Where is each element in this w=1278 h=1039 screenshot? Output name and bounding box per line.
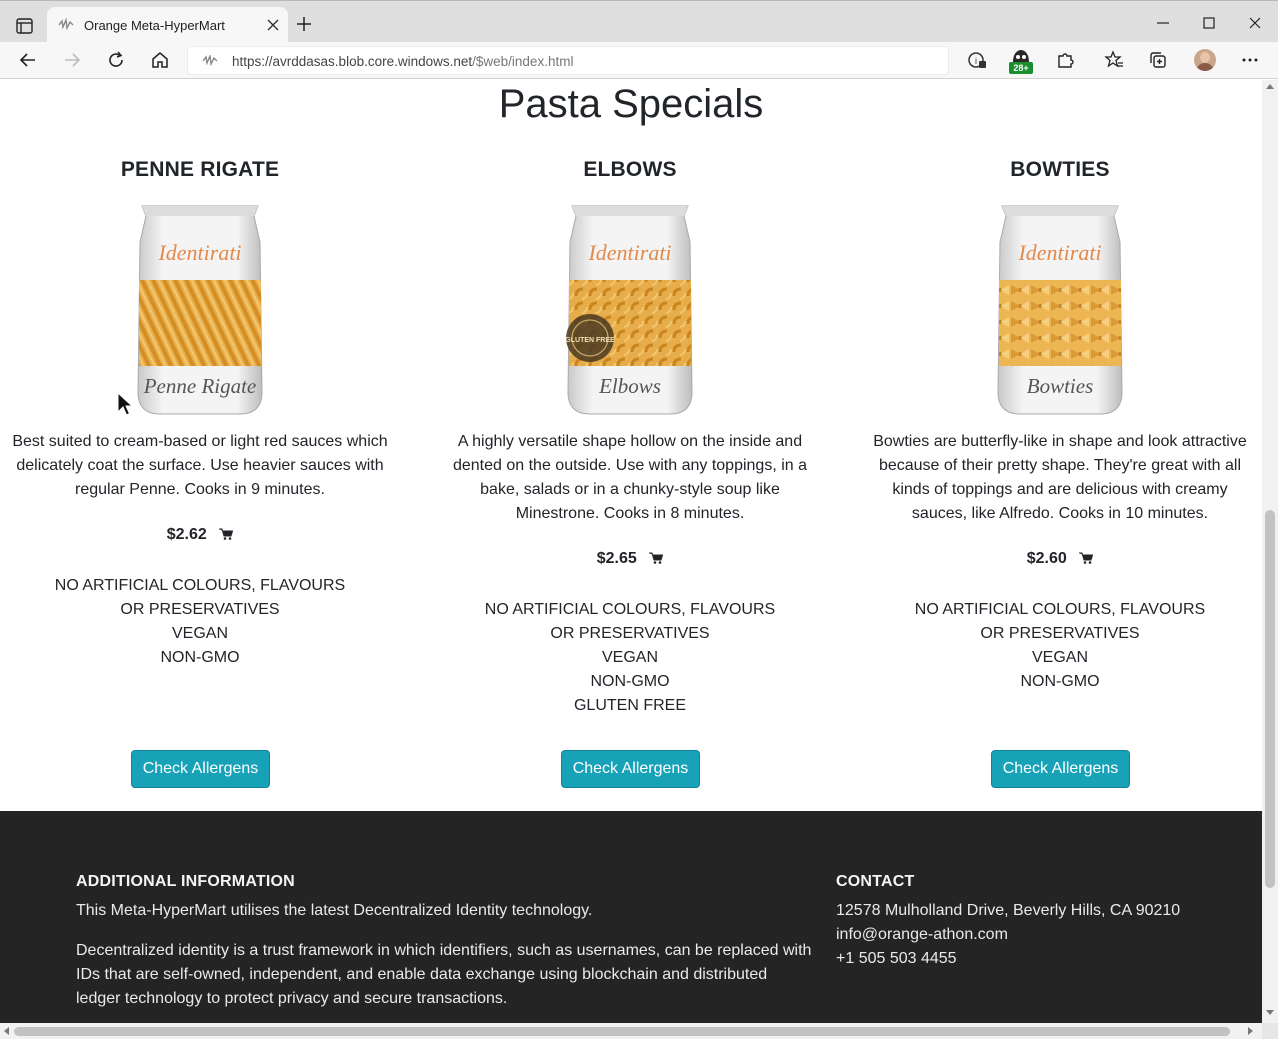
pasta-package-image: Identirati Penne Rigate (130, 202, 270, 416)
product-tags: NO ARTIFICIAL COLOURS, FLAVOURS OR PRESE… (860, 598, 1260, 694)
product-name: ELBOWS (583, 158, 677, 181)
product-tags: NO ARTIFICIAL COLOURS, FLAVOURS OR PRESE… (0, 574, 400, 670)
cart-icon[interactable] (219, 528, 234, 540)
pack-brand-text: Identirati (1017, 240, 1101, 265)
browser-toolbar: https://avrddasas.blob.core.windows.net/… (0, 42, 1278, 79)
pack-label-text: Elbows (598, 374, 661, 398)
favorites-icon[interactable] (1104, 50, 1124, 70)
product-tag: VEGAN (171, 625, 228, 642)
check-allergens-button-penne[interactable]: Check Allergens (131, 750, 270, 788)
scroll-up-arrow-icon[interactable] (1266, 84, 1274, 89)
product-price: $2.60 (1026, 550, 1067, 567)
contact-address: 12578 Mulholland Drive, Beverly Hills, C… (836, 902, 1181, 919)
additional-info-text: This Meta-HyperMart utilises the latest … (76, 902, 593, 919)
check-allergens-button-elbows[interactable]: Check Allergens (561, 750, 700, 788)
pasta-bag-penne-image: Identirati Penne Rigate (137, 205, 263, 415)
extension-badge[interactable]: 28+ (1009, 48, 1033, 74)
mouse-cursor-icon (117, 392, 133, 416)
product-tag: NON-GMO (160, 649, 240, 666)
product-tag: NO ARTIFICIAL COLOURS, FLAVOURS OR PRESE… (914, 601, 1206, 642)
pasta-package-image: Identirati Bowties (990, 202, 1130, 416)
browser-tab-bar: Orange Meta-HyperMart (0, 0, 1278, 43)
url-text: https://avrddasas.blob.core.windows.net/… (232, 54, 573, 69)
collections-icon[interactable] (1148, 50, 1168, 70)
svg-text:i: i (975, 56, 977, 66)
scroll-down-arrow-icon[interactable] (1266, 1010, 1274, 1015)
pack-brand-text: Identirati (587, 240, 671, 265)
pasta-package-image: GLUTEN FREE Identirati Elbows (560, 202, 700, 416)
product-tag: NON-GMO (1020, 673, 1100, 690)
minimize-icon[interactable] (1154, 14, 1172, 32)
product-card-penne: PENNE RIGATE Identirati Penne Rigate Bes… (0, 158, 400, 670)
product-tag: GLUTEN FREE (573, 697, 686, 714)
pasta-bag-bowties-image: Identirati Bowties (997, 205, 1123, 415)
section-title: Pasta Specials (498, 82, 764, 126)
address-bar[interactable]: https://avrddasas.blob.core.windows.net/… (187, 46, 949, 75)
refresh-icon[interactable] (106, 50, 126, 70)
product-description: Bowties are butterfly-like in shape and … (873, 433, 1247, 522)
horizontal-scroll-thumb[interactable] (14, 1027, 1230, 1036)
product-description: Best suited to cream-based or light red … (12, 433, 388, 498)
product-tag: NO ARTIFICIAL COLOURS, FLAVOURS OR PRESE… (54, 577, 346, 618)
scroll-left-arrow-icon[interactable] (4, 1027, 9, 1035)
new-tab-icon[interactable] (295, 15, 313, 33)
product-tags: NO ARTIFICIAL COLOURS, FLAVOURS OR PRESE… (430, 598, 830, 718)
profile-avatar[interactable] (1194, 49, 1216, 71)
scroll-right-arrow-icon[interactable] (1248, 1027, 1253, 1035)
url-path: /$web/index.html (472, 54, 574, 69)
scrollbar-corner (1262, 1023, 1278, 1039)
product-tag: VEGAN (1031, 649, 1088, 666)
extension-badge-count: 28+ (1009, 62, 1033, 74)
vertical-scrollbar[interactable] (1262, 80, 1278, 1023)
pack-label-text: Bowties (1027, 374, 1094, 398)
extensions-puzzle-icon[interactable] (1055, 50, 1075, 70)
cart-icon[interactable] (1079, 552, 1094, 564)
close-window-icon[interactable] (1246, 14, 1264, 32)
product-name: BOWTIES (1010, 158, 1110, 181)
product-tag: NON-GMO (590, 673, 670, 690)
forward-icon[interactable] (62, 50, 82, 70)
pack-label-text: Penne Rigate (143, 374, 257, 398)
pasta-bag-elbows-image: GLUTEN FREE Identirati Elbows (565, 205, 693, 415)
product-price-row: $2.65 (430, 550, 830, 574)
tab-actions-icon[interactable] (10, 14, 38, 38)
product-card-elbows: ELBOWS GLUTEN FREE Identirati Elbows A h… (430, 158, 830, 718)
tab-title: Orange Meta-HyperMart (84, 18, 225, 33)
check-allergens-button-bowties[interactable]: Check Allergens (991, 750, 1130, 788)
product-price: $2.62 (166, 526, 207, 543)
product-card-bowties: BOWTIES Identirati Bowties Bowties are b… (860, 158, 1260, 694)
browser-tab[interactable]: Orange Meta-HyperMart (47, 7, 288, 43)
product-price-row: $2.62 (0, 526, 400, 550)
back-icon[interactable] (18, 50, 38, 70)
home-icon[interactable] (150, 50, 170, 70)
site-favicon-icon (58, 17, 74, 31)
maximize-icon[interactable] (1200, 14, 1218, 32)
gluten-free-seal-text: GLUTEN FREE (565, 337, 615, 344)
product-tag: VEGAN (601, 649, 658, 666)
vertical-scroll-thumb[interactable] (1265, 510, 1275, 888)
contact-phone: +1 505 503 4455 (836, 950, 957, 967)
close-tab-icon[interactable] (264, 16, 282, 34)
page-viewport: Pasta Specials PENNE RIGATE Identirati P… (0, 80, 1262, 1023)
tracking-prevention-icon[interactable]: i (967, 50, 987, 70)
contact-heading: CONTACT (836, 873, 915, 890)
cart-icon[interactable] (649, 552, 664, 564)
additional-info-heading: ADDITIONAL INFORMATION (76, 873, 295, 890)
site-info-icon[interactable] (202, 55, 218, 67)
more-options-icon[interactable] (1240, 50, 1260, 70)
horizontal-scrollbar[interactable] (0, 1023, 1262, 1039)
product-name: PENNE RIGATE (120, 158, 280, 181)
url-host: https://avrddasas.blob.core.windows.net (232, 54, 473, 69)
contact-email[interactable]: info@orange-athon.com (836, 923, 1236, 947)
product-tag: NO ARTIFICIAL COLOURS, FLAVOURS OR PRESE… (484, 601, 776, 642)
site-footer: ADDITIONAL INFORMATION This Meta-HyperMa… (0, 811, 1262, 1023)
product-description: A highly versatile shape hollow on the i… (452, 433, 807, 522)
decentralized-identity-text: Decentralized identity is a trust framew… (76, 942, 812, 1007)
pack-brand-text: Identirati (157, 240, 241, 265)
product-price: $2.65 (596, 550, 637, 567)
product-price-row: $2.60 (860, 550, 1260, 574)
